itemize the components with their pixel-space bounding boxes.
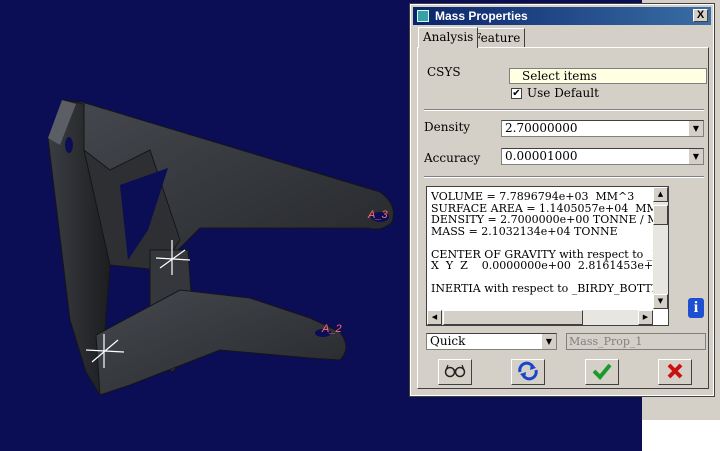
window-icon [417, 10, 429, 22]
scroll-down-icon[interactable]: ▼ [653, 294, 668, 309]
csys-label: CSYS [427, 65, 461, 79]
refresh-icon [518, 361, 538, 381]
scroll-thumb[interactable] [443, 310, 583, 325]
results-text: VOLUME = 7.7896794e+03 MM^3 SURFACE AREA… [431, 191, 653, 295]
select-items-field[interactable]: Select items [509, 68, 707, 84]
chevron-down-icon[interactable]: ▼ [688, 121, 703, 136]
accuracy-combo[interactable]: 0.00001000 ▼ [501, 148, 704, 165]
vertical-scrollbar[interactable]: ▲ ▼ [653, 187, 668, 309]
preview-button[interactable] [438, 359, 472, 385]
density-label: Density [424, 120, 471, 134]
scroll-thumb[interactable] [653, 205, 668, 225]
accuracy-label: Accuracy [424, 151, 481, 165]
mode-value: Quick [430, 334, 466, 348]
info-icon[interactable]: i [688, 298, 704, 318]
glasses-icon [444, 364, 466, 378]
density-combo[interactable]: 2.70000000 ▼ [501, 120, 704, 137]
tab-analysis[interactable]: Analysis [418, 27, 479, 48]
scroll-right-icon[interactable]: ▶ [638, 310, 653, 325]
dialog-title: Mass Properties [435, 9, 528, 23]
analysis-panel: CSYS Select items ✔ Use Default Density … [417, 47, 709, 389]
scroll-left-icon[interactable]: ◀ [427, 310, 442, 325]
chevron-down-icon[interactable]: ▼ [688, 149, 703, 164]
scroll-up-icon[interactable]: ▲ [653, 187, 668, 202]
axis-label-a3: A_3 [368, 209, 388, 221]
accuracy-value: 0.00001000 [505, 149, 578, 163]
results-textbox[interactable]: VOLUME = 7.7896794e+03 MM^3 SURFACE AREA… [426, 186, 669, 326]
cancel-button[interactable] [658, 359, 692, 385]
check-icon [592, 363, 612, 380]
use-default-checkbox[interactable]: ✔ [511, 88, 522, 99]
use-default-label: Use Default [527, 86, 599, 100]
mass-properties-dialog: Mass Properties X Analysis Feature CSYS … [409, 3, 715, 397]
cross-icon [667, 363, 683, 379]
chevron-down-icon[interactable]: ▼ [541, 334, 556, 349]
density-value: 2.70000000 [505, 121, 578, 135]
ok-button[interactable] [585, 359, 619, 385]
mode-combo[interactable]: Quick ▼ [426, 333, 557, 350]
horizontal-scrollbar[interactable]: ◀ ▶ [427, 310, 653, 325]
name-field[interactable]: Mass_Prop_1 [566, 333, 706, 350]
dialog-titlebar[interactable]: Mass Properties X [413, 7, 711, 25]
background-strip-lower [642, 420, 720, 451]
close-button[interactable]: X [693, 9, 708, 22]
axis-label-a2: A_2 [322, 323, 342, 335]
separator [424, 109, 704, 111]
separator [424, 176, 704, 178]
recompute-button[interactable] [511, 359, 545, 385]
